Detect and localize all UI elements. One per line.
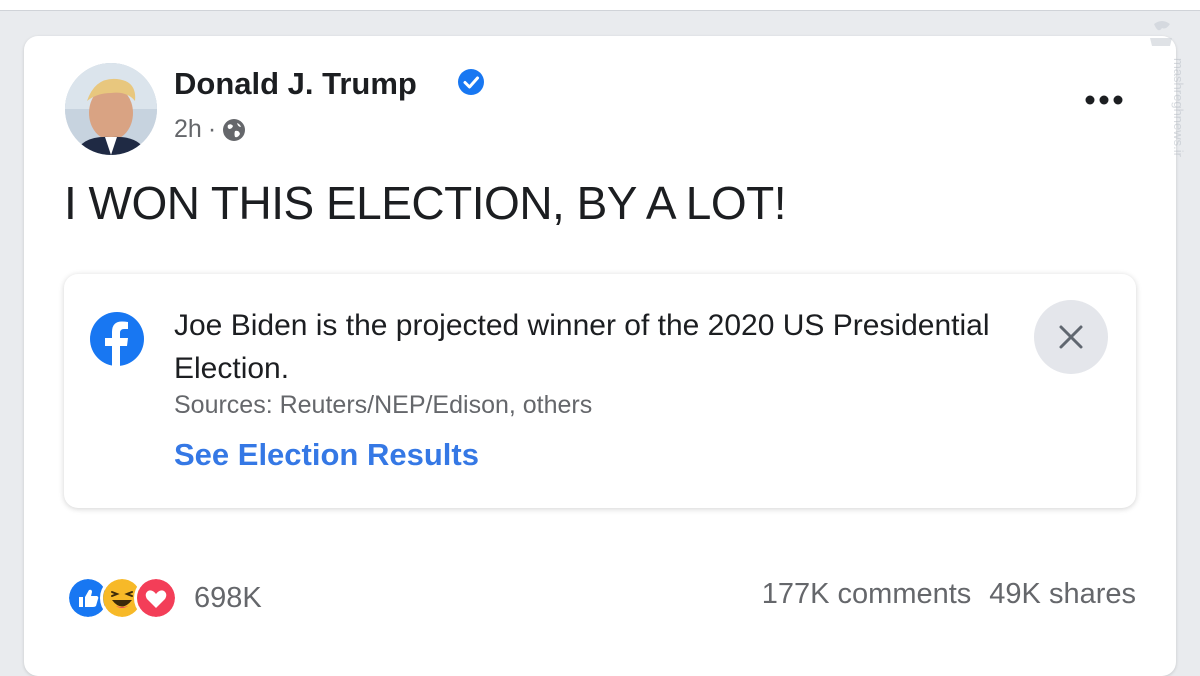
watermark-text: mashreghnews.ir [1171, 58, 1186, 158]
meta-separator: · [207, 115, 217, 143]
post-text: I WON THIS ELECTION, BY A LOT! [64, 177, 787, 229]
verified-badge-icon [458, 69, 484, 95]
facebook-icon [90, 312, 144, 367]
see-election-results-link[interactable]: See Election Results [174, 437, 479, 473]
election-info-label: Joe Biden is the projected winner of the… [64, 274, 1136, 508]
globe-icon [223, 118, 246, 141]
post-card: Donald J. Trump 2h · I WON THIS ELECTION… [24, 36, 1176, 676]
close-button[interactable] [1034, 300, 1108, 374]
close-icon [1059, 325, 1083, 349]
author-name[interactable]: Donald J. Trump [174, 66, 417, 102]
post-meta: 2h · [174, 115, 246, 144]
watermark: mashreghnews.ir [1150, 21, 1186, 158]
avatar[interactable] [65, 63, 157, 155]
engagement-summary: 177K comments 49K shares [762, 578, 1136, 611]
info-message: Joe Biden is the projected winner of the… [174, 309, 990, 385]
more-options-icon[interactable] [1084, 92, 1124, 108]
reaction-count: 698K [194, 581, 262, 614]
post-timestamp[interactable]: 2h [174, 115, 202, 144]
previous-card-edge [0, 0, 1200, 11]
love-icon [134, 576, 178, 620]
comments-count[interactable]: 177K comments [762, 578, 972, 610]
reactions-summary[interactable]: 698K [66, 576, 262, 620]
info-sources: Sources: Reuters/NEP/Edison, others [174, 391, 593, 419]
shares-count[interactable]: 49K shares [989, 578, 1136, 610]
